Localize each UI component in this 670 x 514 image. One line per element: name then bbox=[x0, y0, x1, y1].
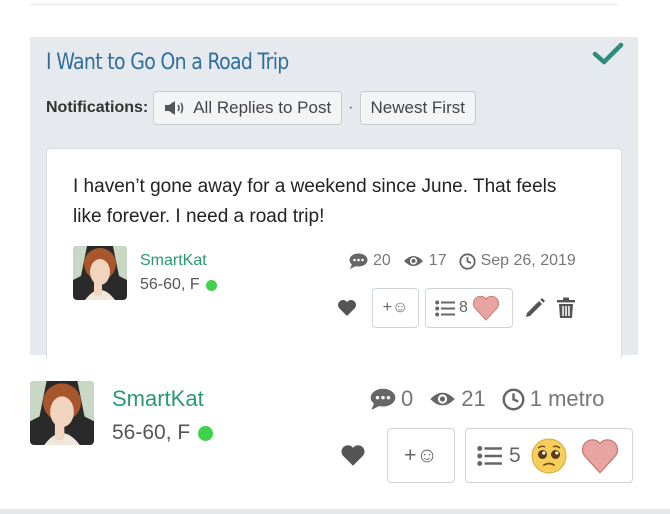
pink-heart-icon bbox=[581, 438, 618, 474]
notifications-row: Notifications: All Replies to Post · New… bbox=[46, 91, 476, 125]
reply-actions: +☺ 5 bbox=[340, 428, 633, 483]
all-replies-button[interactable]: All Replies to Post bbox=[153, 91, 343, 125]
heart-icon bbox=[338, 300, 356, 316]
post-date: Sep 26, 2019 bbox=[458, 252, 576, 270]
trash-icon bbox=[557, 297, 575, 318]
eye-icon bbox=[430, 392, 455, 406]
thread-card: I Want to Go On a Road Trip Notification… bbox=[30, 37, 638, 358]
reaction-count: 8 bbox=[459, 299, 468, 316]
reply-add-reaction-label: +☺ bbox=[404, 443, 438, 467]
like-button[interactable] bbox=[337, 299, 357, 317]
add-reaction-button[interactable]: +☺ bbox=[372, 288, 419, 328]
check-icon bbox=[592, 42, 624, 65]
pleading-face-icon bbox=[531, 438, 567, 473]
reply-author-age-gender: 56-60, F bbox=[112, 421, 191, 444]
comment-count: 20 bbox=[349, 252, 391, 270]
megaphone-icon bbox=[165, 101, 184, 115]
reply-reaction-count: 5 bbox=[509, 443, 521, 467]
author-age-gender: 56-60, F bbox=[140, 276, 200, 293]
comment-icon bbox=[370, 388, 396, 410]
post-card: I haven’t gone away for a weekend since … bbox=[46, 148, 622, 358]
reply-author-meta: 56-60, F bbox=[112, 421, 214, 445]
reply-reactions-button[interactable]: 5 bbox=[465, 428, 633, 483]
reply-stats: 0 21 1 metro bbox=[370, 386, 604, 412]
list-icon bbox=[477, 445, 502, 466]
author-name[interactable]: SmartKat bbox=[140, 252, 207, 270]
delete-button[interactable] bbox=[556, 297, 576, 319]
eye-icon bbox=[403, 256, 423, 266]
newest-first-label: Newest First bbox=[370, 98, 465, 117]
reply-avatar[interactable] bbox=[30, 381, 94, 445]
separator-dot: · bbox=[348, 99, 354, 116]
thread-title[interactable]: I Want to Go On a Road Trip bbox=[46, 50, 289, 75]
clock-icon bbox=[458, 252, 476, 270]
newest-first-button[interactable]: Newest First bbox=[359, 91, 476, 125]
view-count: 17 bbox=[403, 252, 447, 270]
pink-heart-icon bbox=[472, 295, 499, 321]
reply-comment-count: 0 bbox=[370, 386, 413, 412]
heart-icon bbox=[341, 445, 365, 466]
reply-add-reaction-button[interactable]: +☺ bbox=[387, 428, 455, 483]
avatar[interactable] bbox=[73, 246, 127, 300]
bottom-divider bbox=[0, 509, 670, 514]
author-meta: 56-60, F bbox=[140, 276, 217, 294]
notifications-label: Notifications: bbox=[46, 99, 149, 116]
list-icon bbox=[435, 300, 455, 316]
top-divider bbox=[30, 4, 618, 5]
online-status-dot bbox=[205, 279, 217, 291]
reply-like-button[interactable] bbox=[340, 444, 366, 467]
reply-view-count: 21 bbox=[429, 386, 486, 412]
add-reaction-label: +☺ bbox=[382, 299, 409, 316]
all-replies-label: All Replies to Post bbox=[193, 98, 332, 117]
edit-button[interactable] bbox=[524, 297, 546, 319]
reply-online-status-dot bbox=[198, 425, 214, 441]
post-text: I haven’t gone away for a weekend since … bbox=[73, 176, 557, 227]
post-stats: 20 17 Sep 26, 2019 bbox=[349, 252, 576, 270]
pencil-icon bbox=[526, 298, 545, 317]
reactions-button[interactable]: 8 bbox=[425, 288, 513, 328]
reply-author-name[interactable]: SmartKat bbox=[112, 386, 204, 412]
reply-time: 1 metro bbox=[502, 386, 604, 412]
clock-icon bbox=[502, 388, 525, 410]
post-actions: +☺ 8 bbox=[337, 288, 576, 328]
comment-icon bbox=[349, 253, 368, 269]
